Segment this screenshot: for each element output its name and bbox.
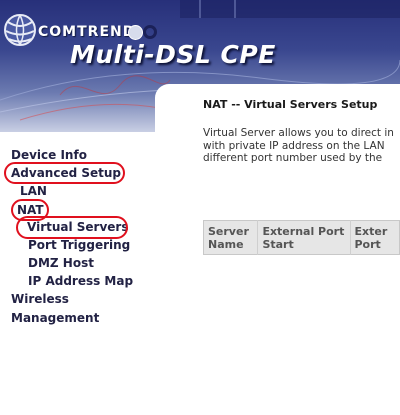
- page-title: NAT -- Virtual Servers Setup: [203, 98, 378, 111]
- sidebar-item-nat[interactable]: NAT: [17, 203, 44, 217]
- sidebar-item-device-info[interactable]: Device Info: [11, 148, 87, 162]
- sidebar-item-management[interactable]: Management: [11, 311, 99, 325]
- sidebar-item-ip-address-map[interactable]: IP Address Map: [28, 274, 133, 288]
- page-description: Virtual Server allows you to direct in w…: [203, 127, 400, 165]
- sidebar-item-lan[interactable]: LAN: [20, 184, 47, 198]
- description-line: Virtual Server allows you to direct in: [203, 127, 394, 139]
- brand-dot-icon: [128, 25, 143, 40]
- sidebar-item-dmz-host[interactable]: DMZ Host: [28, 256, 94, 270]
- main-content: NAT -- Virtual Servers Setup Virtual Ser…: [155, 84, 400, 415]
- product-name: Multi-DSL CPE: [70, 40, 276, 69]
- brand-logo-text: COMTREND: [38, 24, 136, 40]
- sidebar-item-advanced-setup[interactable]: Advanced Setup: [11, 166, 121, 180]
- column-header-external-port-end: Exter Port: [349, 220, 400, 255]
- sidebar-nav: Device Info Advanced Setup LAN NAT Virtu…: [0, 132, 155, 415]
- virtual-servers-table: Server Name External Port Start Exter Po…: [203, 220, 400, 255]
- sidebar-item-wireless[interactable]: Wireless: [11, 292, 69, 306]
- globe-logo-icon: [4, 14, 36, 46]
- sidebar-item-virtual-servers[interactable]: Virtual Servers: [27, 220, 129, 234]
- table-header-row: Server Name External Port Start Exter Po…: [203, 220, 400, 255]
- column-header-external-port-start: External Port Start: [257, 220, 350, 255]
- column-header-server-name: Server Name: [203, 220, 258, 255]
- description-line: with private IP address on the LAN: [203, 139, 385, 152]
- description-line: different port number used by the: [203, 152, 383, 164]
- sidebar-item-port-triggering[interactable]: Port Triggering: [28, 238, 130, 252]
- brand-ring-icon: [143, 25, 157, 39]
